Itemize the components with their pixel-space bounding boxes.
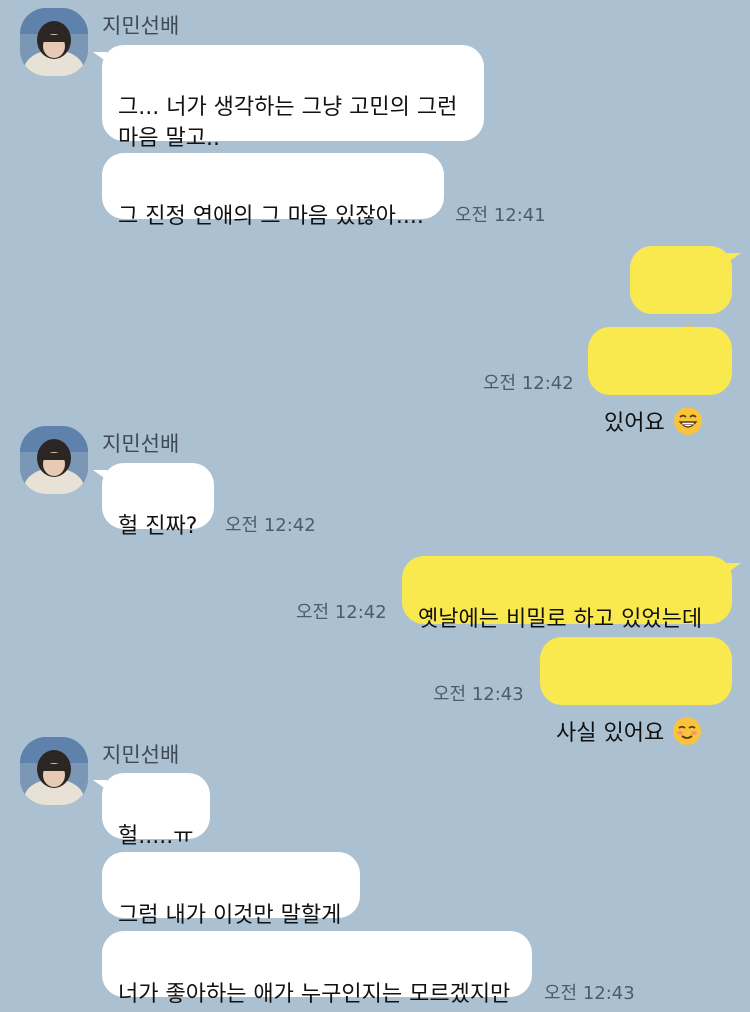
message-text: 옛날에는 비밀로 하고 있었는데 bbox=[418, 607, 703, 632]
message-text: 헐 진짜? bbox=[118, 514, 198, 539]
avatar[interactable] bbox=[20, 737, 88, 805]
avatar[interactable] bbox=[20, 426, 88, 494]
message-bubble-outgoing[interactable]: 옛날에는 비밀로 하고 있었는데 bbox=[402, 556, 741, 632]
smiling-face-icon bbox=[672, 685, 702, 755]
message-text: 있어요 bbox=[604, 411, 665, 436]
message-bubble-outgoing[interactable]: 있어요 bbox=[588, 327, 732, 436]
chat-area[interactable]: 지민선배 그... 너가 생각하는 그냥 고민의 그런 마음 말고.. 그 진정… bbox=[0, 0, 750, 1012]
profile-photo-icon bbox=[20, 737, 88, 805]
message-bubble-outgoing[interactable]: 음 bbox=[630, 246, 741, 355]
message-text: 그 진정 연애의 그 마음 있잖아.... bbox=[118, 204, 424, 229]
message-timestamp: 오전 12:42 bbox=[225, 515, 316, 536]
message-text: 사실 있어요 bbox=[556, 721, 665, 746]
message-timestamp: 오전 12:43 bbox=[433, 684, 524, 705]
profile-photo-icon bbox=[20, 426, 88, 494]
message-bubble-incoming[interactable]: 헐.....ㅠ bbox=[93, 773, 210, 849]
sender-name: 지민선배 bbox=[102, 432, 180, 456]
grinning-face-icon bbox=[673, 375, 703, 445]
message-bubble-incoming[interactable]: 너가 좋아하는 애가 누구인지는 모르겠지만 bbox=[102, 931, 532, 1007]
avatar[interactable] bbox=[20, 8, 88, 76]
message-timestamp: 오전 12:43 bbox=[544, 983, 635, 1004]
message-bubble-incoming[interactable]: 그럼 내가 이것만 말할게 bbox=[102, 852, 360, 928]
message-bubble-incoming[interactable]: 그 진정 연애의 그 마음 있잖아.... bbox=[102, 153, 444, 229]
message-text: 너가 좋아하는 애가 누구인지는 모르겠지만 bbox=[118, 982, 511, 1007]
message-timestamp: 오전 12:41 bbox=[455, 205, 546, 226]
profile-photo-icon bbox=[20, 8, 88, 76]
message-bubble-incoming[interactable]: 그... 너가 생각하는 그냥 고민의 그런 마음 말고.. bbox=[93, 45, 484, 151]
message-text: 그... 너가 생각하는 그냥 고민의 그런 마음 말고.. bbox=[118, 95, 458, 151]
message-bubble-incoming[interactable]: 헐 진짜? bbox=[93, 463, 214, 539]
message-bubble-outgoing[interactable]: 사실 있어요 bbox=[540, 637, 732, 746]
message-timestamp: 오전 12:42 bbox=[483, 373, 574, 394]
sender-name: 지민선배 bbox=[102, 14, 180, 38]
message-text: 헐.....ㅠ bbox=[118, 824, 194, 849]
message-text: 그럼 내가 이것만 말할게 bbox=[118, 903, 342, 928]
sender-name: 지민선배 bbox=[102, 743, 180, 767]
message-timestamp: 오전 12:42 bbox=[296, 602, 387, 623]
